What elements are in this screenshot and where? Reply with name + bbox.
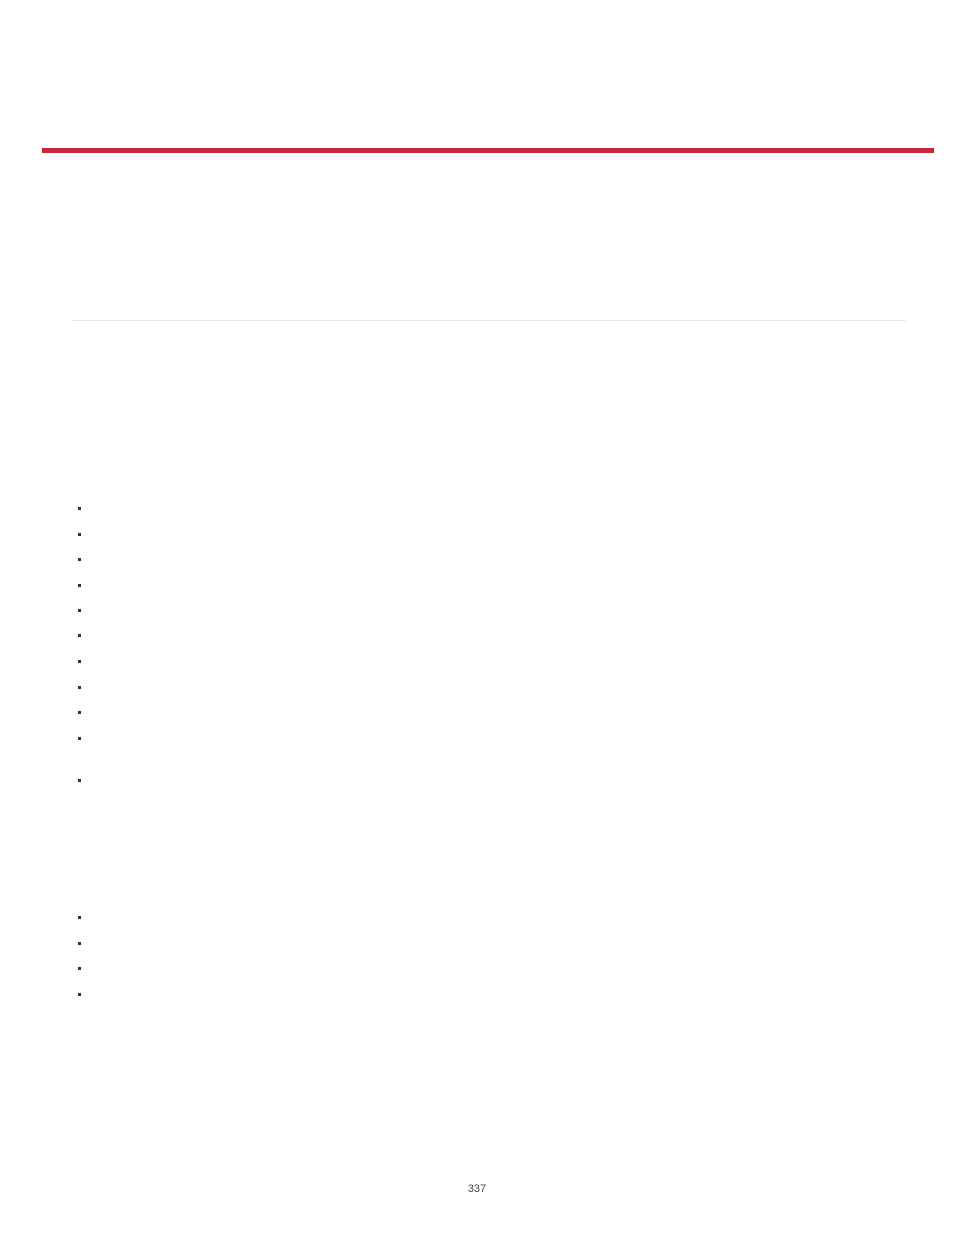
bullet-icon [78,584,81,587]
bullet-icon [78,942,81,945]
bullet-icon [78,533,81,536]
bullet-icon [78,916,81,919]
page-number: 337 [0,1183,954,1195]
bullet-icon [78,609,81,612]
bullet-icon [78,737,81,740]
light-horizontal-rule [72,320,906,321]
bullet-icon [78,993,81,996]
bullet-icon [78,686,81,689]
bullet-icon [78,711,81,714]
bullet-icon [78,660,81,663]
top-horizontal-rule [42,148,934,153]
bullet-icon [78,779,81,782]
bullet-icon [78,634,81,637]
bullet-icon [78,558,81,561]
bullet-icon [78,967,81,970]
bullet-icon [78,507,81,510]
